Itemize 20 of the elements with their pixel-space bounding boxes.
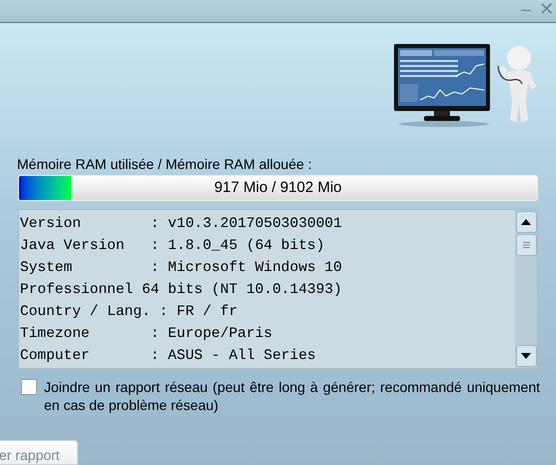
scroll-thumb[interactable] xyxy=(516,234,536,256)
info-line: System : Microsoft Windows 10 xyxy=(20,259,343,278)
info-line: Computer : ASUS - All Series xyxy=(20,347,317,366)
scroll-up-button[interactable] xyxy=(516,211,536,233)
grip-icon xyxy=(522,242,530,248)
minimize-button[interactable]: – xyxy=(518,0,533,18)
scrollbar[interactable] xyxy=(515,210,537,368)
scroll-down-button[interactable] xyxy=(516,345,536,367)
up-arrow-icon xyxy=(521,219,531,225)
info-line: Timezone : Europe/Paris xyxy=(20,325,274,344)
info-line: Java Version : 1.8.0_45 (64 bits) xyxy=(20,237,326,256)
memory-label: Mémoire RAM utilisée / Mémoire RAM allouée : xyxy=(17,155,313,173)
info-line: Country / Lang. : FR / fr xyxy=(20,303,239,322)
memory-reading: 917 Mio / 9102 Mio xyxy=(214,178,342,198)
info-line: Professionnel 64 bits (NT 10.0.14393) xyxy=(20,281,343,300)
network-report-checkbox[interactable] xyxy=(21,379,37,395)
info-line: Version : v10.3.20170503030001 xyxy=(20,215,343,234)
close-button[interactable]: ✕ xyxy=(537,0,556,18)
down-arrow-icon xyxy=(521,353,531,359)
network-report-label: Joindre un rapport réseau (peut être long à générer; recommandé uniquement en cas de problème réseau) xyxy=(44,378,540,414)
